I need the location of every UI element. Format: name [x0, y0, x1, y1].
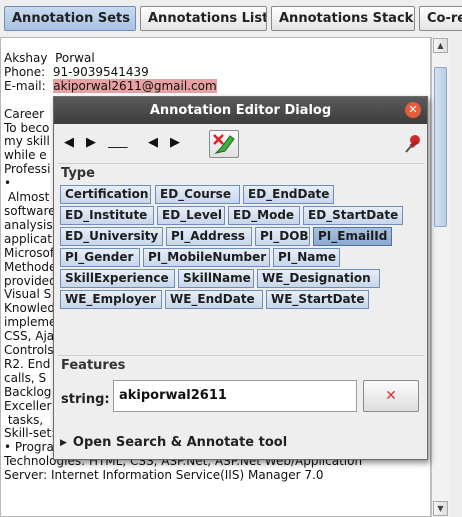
- type-chip-we-startdate[interactable]: WE_StartDate: [266, 290, 369, 309]
- annotation-tabbar: Annotation Sets Annotations List Annotat…: [0, 0, 462, 36]
- type-chip-pi-emailid[interactable]: PI_EmailId: [313, 227, 392, 246]
- open-search-annotate-expander[interactable]: ▶ Open Search & Annotate tool: [60, 435, 287, 450]
- annotation-editor-dialog: Annotation Editor Dialog ✕ ◀ ▶ ___ ◀ ▶ T…: [53, 96, 428, 460]
- edit-annotation-icon: [213, 134, 235, 154]
- document-line: E-mail: akiporwal2611@gmail.com: [4, 78, 217, 93]
- features-section-label: Features: [61, 358, 126, 373]
- extend-end-left-button[interactable]: ◀: [142, 133, 164, 153]
- type-chip-certification[interactable]: Certification: [60, 185, 151, 204]
- span-placeholder: ___: [108, 134, 128, 149]
- close-icon[interactable]: ✕: [405, 102, 421, 118]
- tab-coref[interactable]: Co-ref: [419, 6, 462, 31]
- document-line: Server: Internet Information Service(IIS…: [4, 468, 324, 483]
- type-chip-ed-university[interactable]: ED_University: [60, 227, 163, 246]
- type-chip-ed-level[interactable]: ED_Level: [157, 206, 225, 225]
- type-chip-pi-gender[interactable]: PI_Gender: [60, 248, 140, 267]
- type-chip-pi-address[interactable]: PI_Address: [166, 227, 252, 246]
- type-chip-ed-enddate[interactable]: ED_EndDate: [243, 185, 334, 204]
- extend-start-right-button[interactable]: ▶: [80, 133, 102, 153]
- tab-annotations-list[interactable]: Annotations List: [140, 6, 267, 31]
- side-strip: [449, 37, 462, 517]
- type-chip-skillname[interactable]: SkillName: [178, 269, 254, 288]
- type-chip-ed-startdate[interactable]: ED_StartDate: [303, 206, 403, 225]
- document-line: Akshay Porwal: [4, 51, 95, 65]
- tab-annotations-stack[interactable]: Annotations Stack: [271, 6, 415, 31]
- extend-start-left-button[interactable]: ◀: [58, 133, 80, 153]
- dialog-title: Annotation Editor Dialog: [149, 103, 332, 118]
- expander-label: Open Search & Annotate tool: [72, 435, 288, 450]
- pushpin-icon[interactable]: [403, 133, 423, 155]
- type-chip-pi-name[interactable]: PI_Name: [273, 248, 340, 267]
- document-line: Phone: 91-9039541439: [4, 64, 149, 79]
- extend-end-right-button[interactable]: ▶: [164, 133, 186, 153]
- email-annotation-highlight[interactable]: akiporwal2611@gmail.com: [53, 78, 217, 93]
- scroll-thumb[interactable]: [434, 67, 447, 227]
- type-chip-we-employer[interactable]: WE_Employer: [60, 290, 162, 309]
- type-chip-pi-mobilenumber[interactable]: PI_MobileNumber: [143, 248, 270, 267]
- type-chip-ed-institute[interactable]: ED_Institute: [60, 206, 154, 225]
- tab-annotation-sets[interactable]: Annotation Sets: [4, 6, 136, 31]
- scroll-up-button[interactable]: ▲: [433, 38, 448, 53]
- type-chip-panel: Certification ED_Course ED_EndDate ED_Insti…: [60, 185, 404, 311]
- type-chip-we-enddate[interactable]: WE_EndDate: [165, 290, 263, 309]
- expand-triangle-icon: ▶: [60, 438, 67, 448]
- edit-annotation-button[interactable]: [209, 130, 239, 158]
- type-chip-ed-course[interactable]: ED_Course: [155, 185, 240, 204]
- type-section-label: Type: [61, 166, 95, 181]
- features-section: Features string: akiporwal2611 ✕: [58, 355, 424, 428]
- dialog-toolbar: ◀ ▶ ___ ◀ ▶: [58, 129, 423, 159]
- feature-value-input[interactable]: akiporwal2611: [113, 380, 357, 412]
- delete-feature-button[interactable]: ✕: [363, 380, 419, 412]
- type-chip-ed-mode[interactable]: ED_Mode: [228, 206, 300, 225]
- document-scrollbar[interactable]: ▲ ▼: [431, 37, 449, 517]
- type-chip-we-designation[interactable]: WE_Designation: [257, 269, 380, 288]
- type-chip-skillexperience[interactable]: SkillExperience: [60, 269, 175, 288]
- dialog-titlebar[interactable]: Annotation Editor Dialog ✕: [54, 97, 427, 124]
- type-chip-pi-dob[interactable]: PI_DOB: [255, 227, 310, 246]
- scroll-down-button[interactable]: ▼: [433, 501, 448, 516]
- feature-key-label: string:: [61, 392, 110, 407]
